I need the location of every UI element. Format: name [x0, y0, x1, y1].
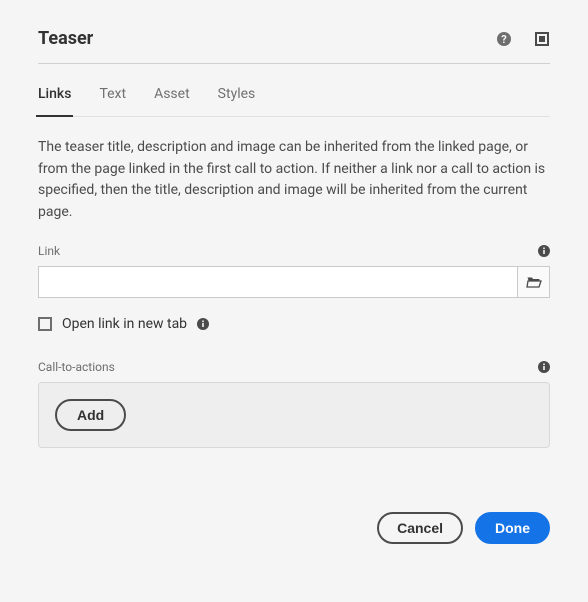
tab-asset[interactable]: Asset: [154, 86, 190, 116]
dialog-header: Teaser ?: [38, 28, 550, 64]
cta-multifield: Add: [38, 382, 550, 448]
open-new-tab-label: Open link in new tab: [62, 316, 187, 332]
cta-label: Call-to-actions: [38, 360, 115, 374]
fullscreen-icon[interactable]: [534, 31, 550, 47]
link-input[interactable]: [38, 266, 518, 298]
help-icon[interactable]: ?: [496, 31, 512, 47]
cta-field-header: Call-to-actions: [38, 360, 550, 374]
link-input-group: [38, 266, 550, 298]
dialog-footer: Cancel Done: [38, 512, 550, 544]
add-cta-button[interactable]: Add: [55, 399, 126, 431]
info-icon[interactable]: [538, 361, 550, 373]
tab-links[interactable]: Links: [38, 86, 71, 116]
svg-text:?: ?: [501, 33, 507, 46]
tab-styles[interactable]: Styles: [218, 86, 256, 116]
panel-description: The teaser title, description and image …: [38, 137, 550, 224]
folder-open-icon: [526, 274, 542, 290]
open-new-tab-checkbox[interactable]: [38, 317, 52, 331]
links-panel: The teaser title, description and image …: [38, 117, 550, 448]
browse-button[interactable]: [518, 266, 550, 298]
tab-list: Links Text Asset Styles: [38, 86, 550, 117]
link-field-header: Link: [38, 244, 550, 258]
dialog-title: Teaser: [38, 28, 93, 49]
cancel-button[interactable]: Cancel: [377, 512, 463, 544]
info-icon[interactable]: [538, 245, 550, 257]
header-actions: ?: [496, 31, 550, 47]
info-icon[interactable]: [197, 318, 209, 330]
teaser-dialog: Teaser ? Links Text Asset Styles The tea…: [0, 0, 588, 564]
done-button[interactable]: Done: [475, 512, 550, 544]
tab-text[interactable]: Text: [99, 86, 126, 116]
link-label: Link: [38, 244, 60, 258]
open-new-tab-row: Open link in new tab: [38, 316, 550, 332]
